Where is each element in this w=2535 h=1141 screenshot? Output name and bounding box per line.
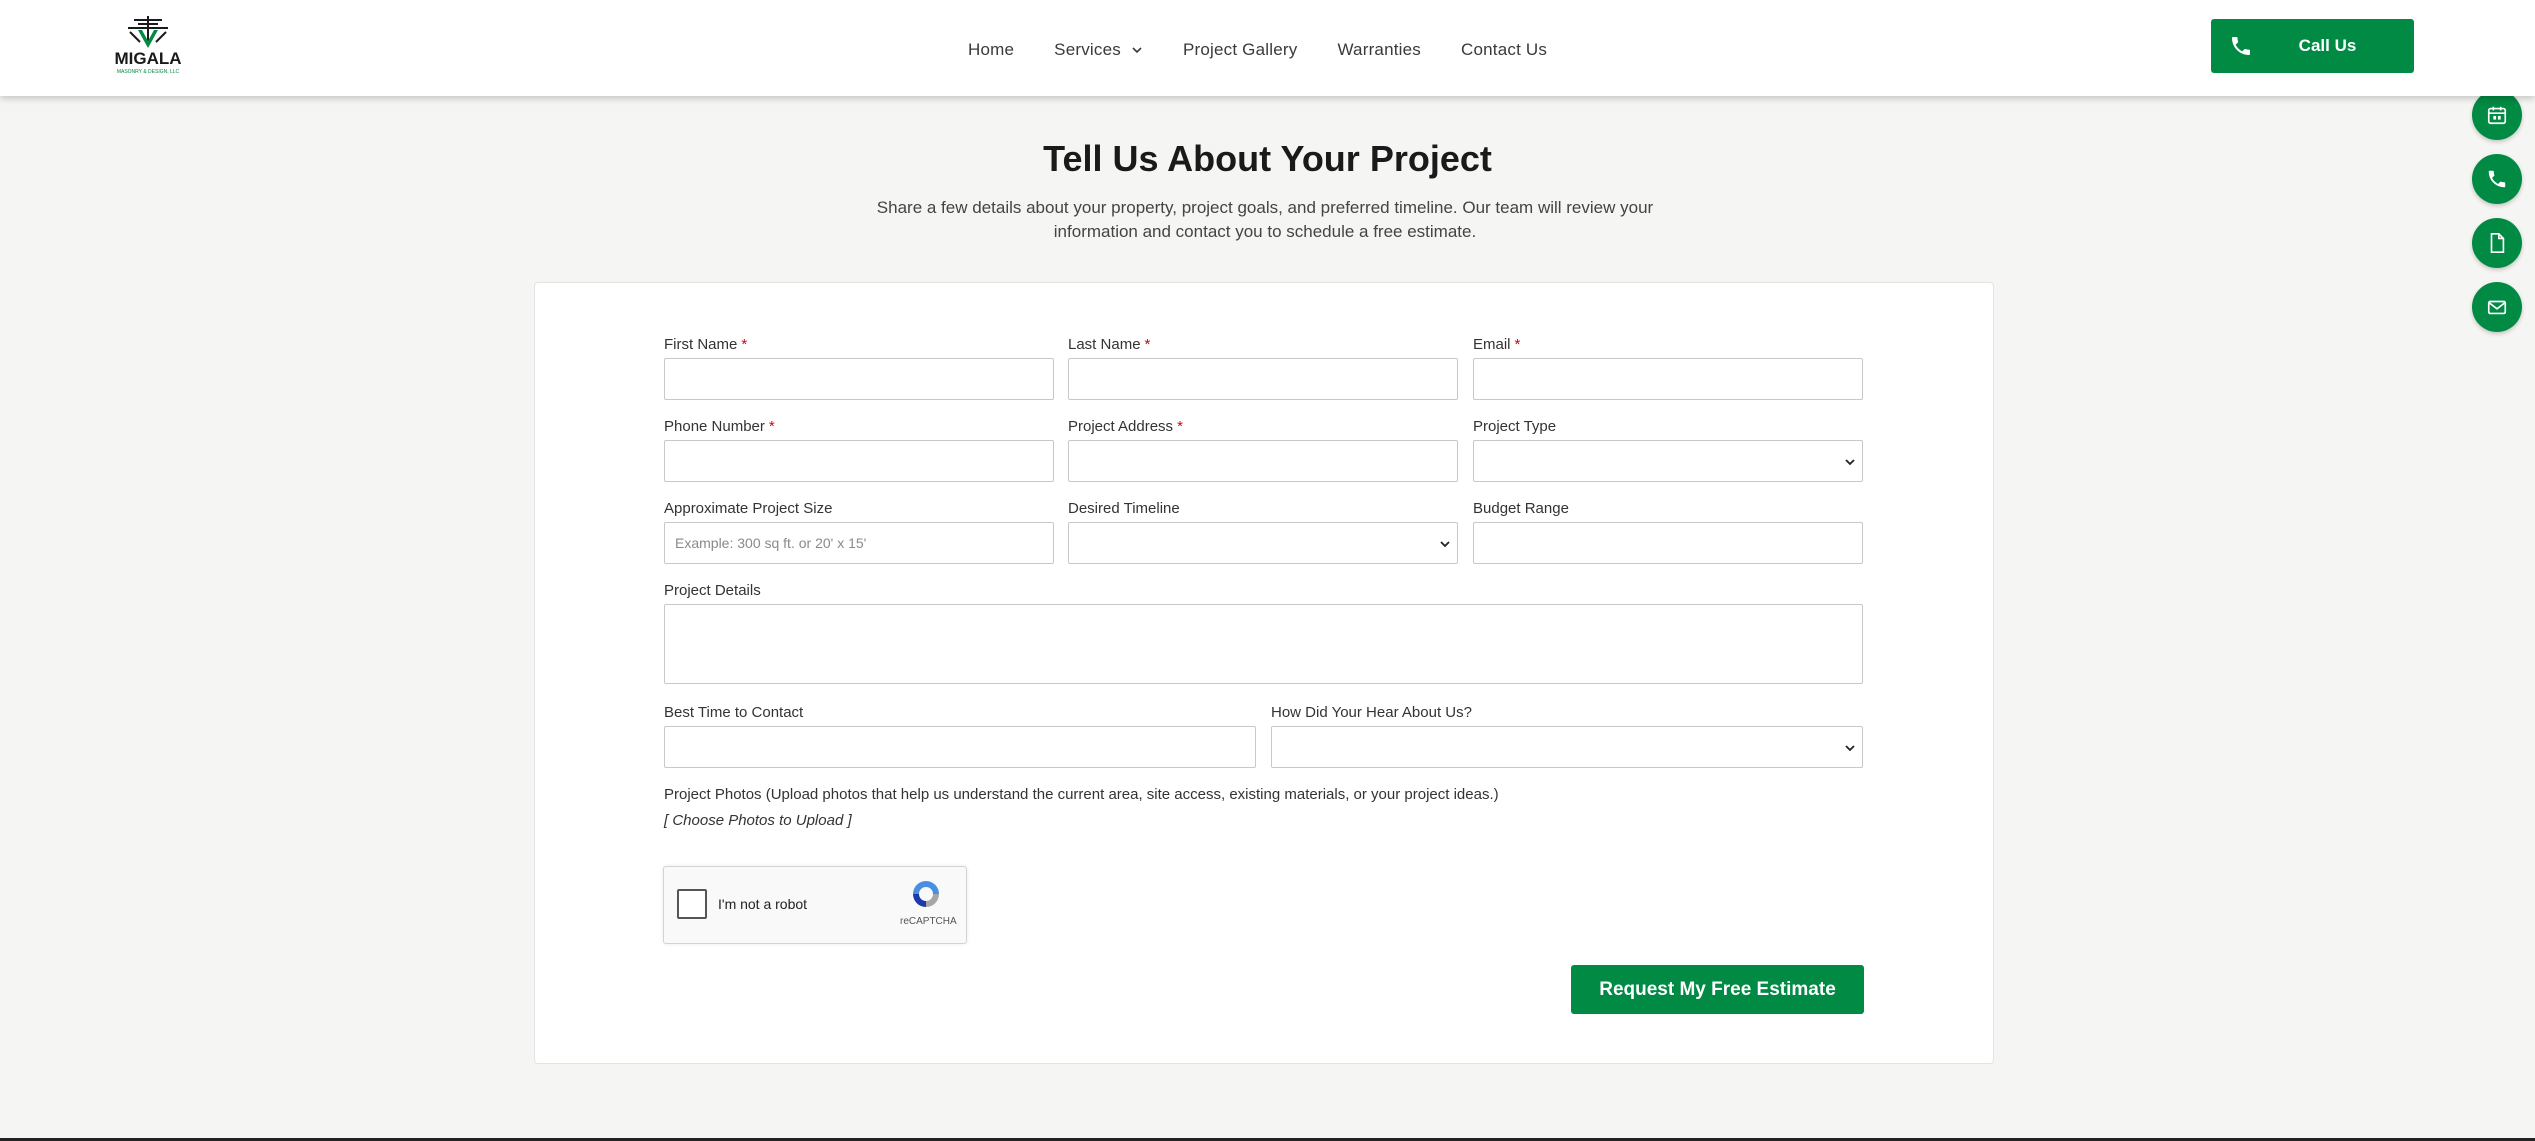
nav-gallery-label: Project Gallery (1182, 40, 1298, 59)
project-photos-label: Project Photos (Upload photos that help … (664, 786, 1499, 803)
recaptcha-checkbox[interactable] (677, 889, 707, 919)
first-name-input[interactable] (664, 358, 1054, 400)
best-time-label: Best Time to Contact (664, 704, 804, 721)
page-subtitle: Share a few details about your property,… (830, 196, 1700, 244)
choose-photos-link[interactable]: [ Choose Photos to Upload ] (664, 812, 852, 829)
chevron-down-icon (1845, 745, 1855, 752)
request-estimate-button[interactable]: Request My Free Estimate (1571, 965, 1864, 1014)
project-type-select[interactable] (1473, 440, 1863, 482)
recaptcha-brand: reCAPTCHA (900, 916, 957, 927)
call-us-label: Call Us (2298, 36, 2357, 55)
document-icon (2490, 233, 2505, 253)
timeline-select[interactable] (1068, 522, 1458, 564)
email-input[interactable] (1473, 358, 1863, 400)
project-size-input[interactable] (664, 522, 1054, 564)
project-type-label: Project Type (1473, 418, 1557, 435)
nav-services[interactable]: Services (1054, 40, 1143, 60)
mail-icon (2487, 300, 2507, 315)
best-time-input[interactable] (664, 726, 1256, 768)
page-title: Tell Us About Your Project (1043, 138, 1492, 179)
hear-about-select[interactable] (1271, 726, 1863, 768)
nav-contact-us[interactable]: Contact Us (1461, 40, 1547, 60)
company-logo[interactable]: MIGALA MASONRY & DESIGN, LLC (104, 14, 192, 78)
subtitle-line-1: Share a few details about your property,… (876, 198, 1654, 217)
nav-contact-label: Contact Us (1461, 40, 1548, 59)
calendar-icon (2487, 106, 2507, 125)
project-details-label: Project Details (664, 582, 761, 599)
nav-home[interactable]: Home (968, 40, 1014, 60)
call-us-button[interactable]: Call Us (2211, 19, 2414, 73)
site-header: MIGALA MASONRY & DESIGN, LLC Home Servic… (0, 0, 2535, 96)
side-schedule-button[interactable] (2472, 90, 2522, 140)
logo-emblem-icon: MIGALA MASONRY & DESIGN, LLC (114, 16, 182, 75)
subtitle-line-2: information and contact you to schedule … (1053, 222, 1477, 241)
last-name-input[interactable] (1068, 358, 1458, 400)
recaptcha-widget: I'm not a robot reCAPTCHA (663, 866, 967, 944)
nav-warranties-label: Warranties (1337, 40, 1421, 59)
timeline-label: Desired Timeline (1068, 500, 1180, 517)
last-name-label: Last Name * (1068, 336, 1151, 353)
chevron-down-icon (1132, 47, 1142, 54)
project-address-label: Project Address * (1068, 418, 1183, 435)
chevron-down-icon (1845, 459, 1855, 466)
project-details-textarea[interactable] (664, 604, 1863, 684)
main-nav: Home Services Project Gallery Warranties… (968, 36, 1547, 64)
budget-input[interactable] (1473, 522, 1863, 564)
project-address-input[interactable] (1068, 440, 1458, 482)
project-size-label: Approximate Project Size (664, 500, 833, 517)
budget-label: Budget Range (1473, 500, 1569, 517)
side-email-button[interactable] (2472, 282, 2522, 332)
first-name-label: First Name * (664, 336, 748, 353)
phone-label: Phone Number * (664, 418, 775, 435)
hear-about-label: How Did Your Hear About Us? (1271, 704, 1472, 721)
recaptcha-label: I'm not a robot (718, 896, 808, 912)
side-document-button[interactable] (2472, 218, 2522, 268)
nav-warranties[interactable]: Warranties (1337, 40, 1421, 60)
logo-tagline: MASONRY & DESIGN, LLC (117, 69, 180, 75)
nav-services-label: Services (1054, 40, 1121, 59)
chevron-down-icon (1440, 541, 1450, 548)
phone-input[interactable] (664, 440, 1054, 482)
logo-wordmark: MIGALA (114, 49, 181, 68)
email-label: Email * (1473, 336, 1521, 353)
nav-project-gallery[interactable]: Project Gallery (1183, 40, 1297, 60)
recaptcha-logo-icon (913, 881, 939, 907)
nav-home-label: Home (968, 40, 1015, 59)
